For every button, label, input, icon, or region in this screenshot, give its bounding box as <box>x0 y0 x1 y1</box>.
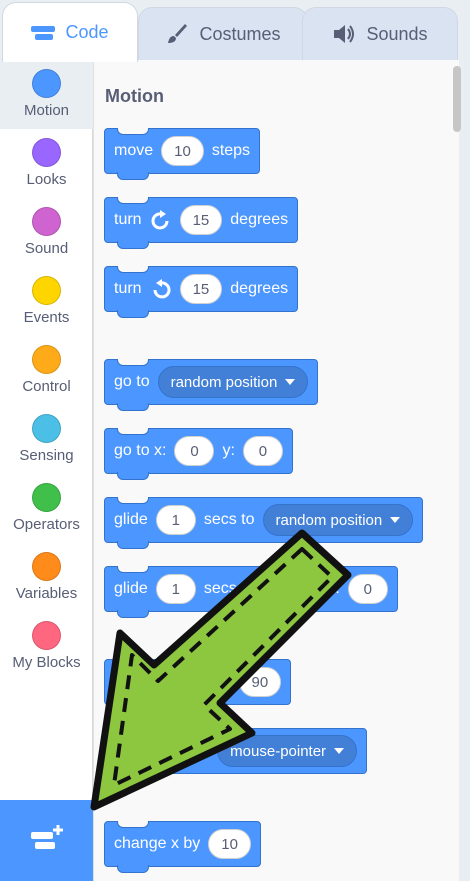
brush-icon <box>165 22 189 46</box>
block-text: point towards <box>114 742 210 759</box>
block-text: secs to x: <box>203 580 272 597</box>
block-move-steps[interactable]: move 10 steps <box>104 128 261 180</box>
target-dropdown[interactable]: random position <box>262 504 414 536</box>
target-dropdown[interactable]: random position <box>157 366 309 398</box>
block-text: degrees <box>230 280 289 297</box>
category-dot <box>32 621 61 650</box>
number-input[interactable]: 15 <box>179 274 223 304</box>
caret-down-icon <box>334 748 345 754</box>
block-turn-left[interactable]: turn 15 degrees <box>104 266 299 318</box>
block-glide-to-xy[interactable]: glide 1 secs to x: 0 y: 0 <box>104 566 398 618</box>
category-dot <box>32 345 61 374</box>
category-dot <box>32 138 61 167</box>
category-dot <box>32 483 61 512</box>
category-menu: Motion Looks Sound Events Control Sensin… <box>0 60 93 800</box>
tab-sounds[interactable]: Sounds <box>302 7 458 60</box>
y-input[interactable]: 0 <box>242 436 283 466</box>
add-extension-icon <box>29 823 65 858</box>
block-point-direction[interactable]: point in direction 90 <box>104 659 292 711</box>
block-text: go to x: <box>114 442 167 459</box>
dropdown-value: random position <box>170 373 278 391</box>
block-turn-right[interactable]: turn 15 degrees <box>104 197 299 249</box>
y-input[interactable]: 0 <box>347 574 388 604</box>
category-label: Events <box>23 309 70 326</box>
block-text: steps <box>211 142 251 159</box>
palette-title: Motion <box>105 86 164 106</box>
category-my-blocks[interactable]: My Blocks <box>0 612 93 681</box>
block-text: move <box>114 142 154 159</box>
caret-down-icon <box>390 517 401 523</box>
tab-costumes[interactable]: Costumes <box>138 7 308 60</box>
category-motion[interactable]: Motion <box>0 60 93 129</box>
tab-code[interactable]: Code <box>2 2 138 62</box>
target-dropdown[interactable]: mouse-pointer <box>217 735 358 767</box>
tab-costumes-label: Costumes <box>199 23 281 44</box>
add-extension-button[interactable] <box>0 800 93 881</box>
block-text: y: <box>327 580 340 597</box>
block-text: go to <box>114 373 150 390</box>
editor-tabs: Code Costumes Sounds <box>0 0 470 62</box>
block-go-to-xy[interactable]: go to x: 0 y: 0 <box>104 428 293 480</box>
rotate-left-icon <box>150 278 172 300</box>
category-label: My Blocks <box>12 654 81 671</box>
block-point-towards[interactable]: point towards mouse-pointer <box>104 728 368 780</box>
x-input[interactable]: 0 <box>174 436 215 466</box>
palette-scrollbar[interactable] <box>453 66 461 132</box>
block-glide-to[interactable]: glide 1 secs to random position <box>104 497 424 549</box>
block-go-to[interactable]: go to random position <box>104 359 319 411</box>
category-label: Control <box>22 378 71 395</box>
category-variables[interactable]: Variables <box>0 543 93 612</box>
category-dot <box>32 276 61 305</box>
block-text: glide <box>114 511 148 528</box>
code-icon <box>31 24 56 42</box>
category-control[interactable]: Control <box>0 336 93 405</box>
tab-sounds-label: Sounds <box>366 23 428 44</box>
category-label: Sensing <box>19 447 74 464</box>
category-label: Variables <box>15 585 78 602</box>
block-text: turn <box>114 211 142 228</box>
secs-input[interactable]: 1 <box>155 574 196 604</box>
tab-code-label: Code <box>65 22 109 42</box>
dropdown-value: mouse-pointer <box>230 742 327 760</box>
category-dot <box>32 69 61 98</box>
category-looks[interactable]: Looks <box>0 129 93 198</box>
category-sensing[interactable]: Sensing <box>0 405 93 474</box>
direction-input[interactable]: 90 <box>238 667 282 697</box>
category-label: Motion <box>23 102 70 119</box>
block-text: point in direction <box>114 673 231 690</box>
category-dot <box>32 414 61 443</box>
block-text: degrees <box>230 211 289 228</box>
category-sound[interactable]: Sound <box>0 198 93 267</box>
speaker-icon <box>332 23 356 45</box>
category-dot <box>32 552 61 581</box>
secs-input[interactable]: 1 <box>155 505 196 535</box>
block-text: glide <box>114 580 148 597</box>
number-input[interactable]: 15 <box>179 205 223 235</box>
number-input[interactable]: 10 <box>161 136 204 166</box>
category-label: Operators <box>13 516 80 533</box>
block-change-x[interactable]: change x by 10 <box>104 821 261 873</box>
block-text: secs to <box>203 511 255 528</box>
block-text: y: <box>222 442 235 459</box>
rotate-right-icon <box>150 209 172 231</box>
number-input[interactable]: 10 <box>208 829 251 859</box>
category-label: Looks <box>26 171 67 188</box>
category-events[interactable]: Events <box>0 267 93 336</box>
block-text: change x by <box>114 835 201 852</box>
caret-down-icon <box>285 379 296 385</box>
block-text: turn <box>114 280 142 297</box>
category-label: Sound <box>24 240 69 257</box>
dropdown-value: random position <box>275 511 383 529</box>
category-dot <box>32 207 61 236</box>
category-operators[interactable]: Operators <box>0 474 93 543</box>
x-input[interactable]: 0 <box>279 574 320 604</box>
